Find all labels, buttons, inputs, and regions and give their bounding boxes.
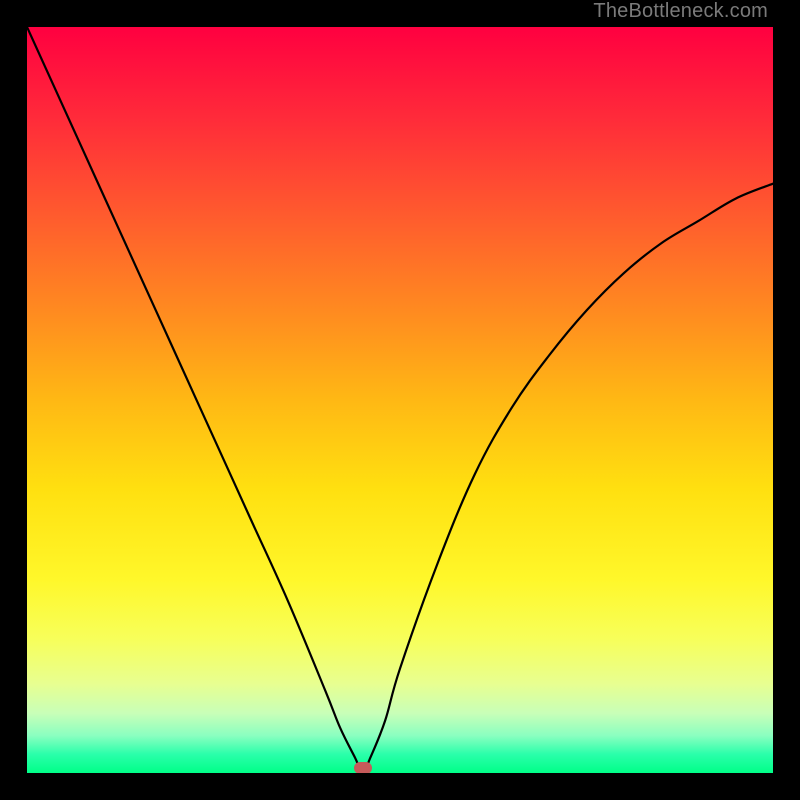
minimum-marker	[354, 762, 372, 773]
watermark-text: TheBottleneck.com	[593, 0, 768, 23]
chart-frame: TheBottleneck.com	[0, 0, 800, 800]
plot-area	[27, 27, 773, 773]
bottleneck-curve	[27, 27, 773, 773]
